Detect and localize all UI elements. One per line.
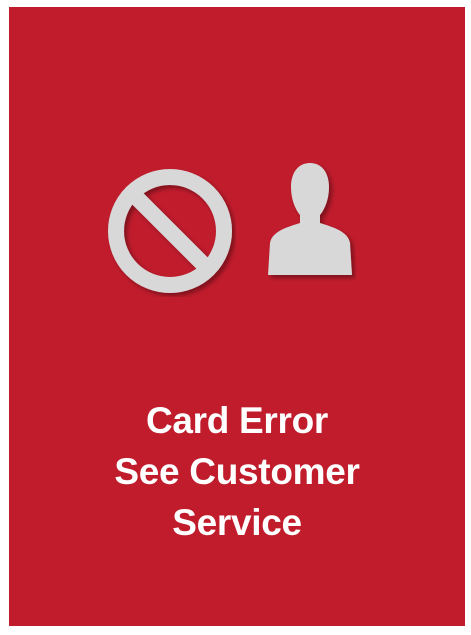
message-line-1: Card Error xyxy=(145,400,329,441)
message-line-3: Service xyxy=(172,502,302,543)
person-icon xyxy=(264,159,356,281)
message-line-2: See Customer xyxy=(114,451,360,492)
card-error-screen: Card Error See Customer Service xyxy=(9,7,465,626)
error-message: Card Error See Customer Service xyxy=(9,395,465,548)
prohibited-icon xyxy=(104,165,236,297)
